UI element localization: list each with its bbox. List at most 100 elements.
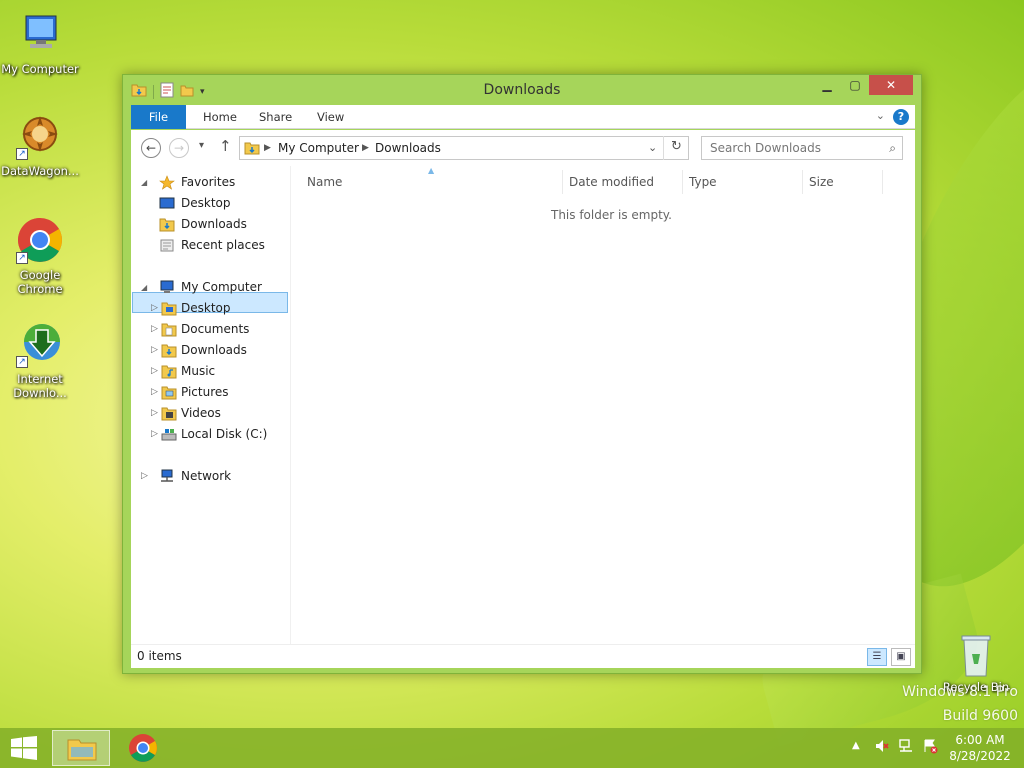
nav-label: Local Disk (C:) [181,427,268,441]
maximize-button[interactable]: ▢ [841,75,869,95]
expand-arrow-icon[interactable]: ▷ [151,382,161,403]
shortcut-arrow-icon: ↗ [16,148,28,160]
search-box[interactable]: Search Downloads ⌕ [701,136,903,160]
nav-label: Desktop [181,196,231,210]
computer-icon [16,10,64,58]
explorer-window: ▾ Downloads ▁ ▢ ✕ File Home Share View ⌄… [122,74,922,674]
breadcrumb-separator-icon[interactable]: ▶ [264,137,271,159]
nav-favorites[interactable]: ◢ Favorites [141,172,281,193]
nav-favorites-downloads[interactable]: Downloads [153,214,283,235]
help-icon[interactable]: ? [893,109,909,125]
minimize-button[interactable]: ▁ [813,75,841,95]
taskbar-google-chrome[interactable] [114,730,172,766]
sort-indicator-icon: ▲ [428,166,435,175]
recycle-bin-icon [956,632,996,678]
desktop-icon-label: Internet Downlo... [13,372,67,400]
desktop-icon-google-chrome[interactable]: ↗ Google Chrome [0,216,80,296]
breadcrumb-downloads[interactable]: Downloads [375,137,441,159]
os-edition-watermark: Windows 8.1 Pro [902,684,1018,700]
nav-label: Pictures [181,385,229,399]
content-area: ◢ Favorites Desktop Downloads Recent pla… [131,166,915,644]
large-icons-view-button[interactable]: ▣ [891,648,911,666]
expand-arrow-icon[interactable]: ▷ [151,298,161,319]
downloads-folder-icon [161,343,177,358]
nav-computer-documents[interactable]: ▷ Documents [151,319,283,340]
address-row: ← → ▾ ↑ ▶ My Computer ▶ Downloads ⌄ ↻ Se… [131,130,915,166]
nav-favorites-desktop[interactable]: Desktop [153,193,283,214]
recent-locations-dropdown-icon[interactable]: ▾ [199,140,204,151]
collapse-arrow-icon[interactable]: ◢ [141,172,151,193]
system-clock[interactable]: 6:00 AM 8/28/2022 [944,732,1016,764]
nav-label: Downloads [181,343,247,357]
breadcrumb-separator-icon[interactable]: ▶ [362,137,369,159]
nav-computer-videos[interactable]: ▷ Videos [151,403,283,424]
back-button[interactable]: ← [141,138,161,158]
network-tray-icon[interactable] [898,738,914,757]
computer-icon [159,280,175,295]
windows-logo-icon [11,736,37,760]
expand-arrow-icon[interactable]: ▷ [151,319,161,340]
up-button[interactable]: ↑ [219,137,232,155]
pictures-folder-icon [161,385,177,400]
videos-folder-icon [161,406,177,421]
tab-home[interactable]: Home [191,105,249,129]
file-explorer-icon [67,739,97,761]
collapse-arrow-icon[interactable]: ◢ [141,277,151,298]
action-center-alert-icon[interactable] [922,738,938,757]
refresh-button[interactable]: ↻ [663,136,689,160]
nav-computer-local-disk[interactable]: ▷ Local Disk (C:) [151,424,283,445]
search-input[interactable]: Search Downloads [710,141,821,155]
details-view-button[interactable]: ☰ [867,648,887,666]
address-history-dropdown-icon[interactable]: ⌄ [648,137,657,159]
expand-arrow-icon[interactable]: ▷ [141,466,151,487]
downloads-folder-icon [159,217,175,232]
star-icon [159,175,175,190]
nav-label: Network [181,469,232,483]
tab-view[interactable]: View [305,105,356,129]
nav-my-computer[interactable]: ◢ My Computer [141,277,281,298]
desktop-icon-label: DataWagon... [1,164,79,178]
desktop-icon-internet-download-manager[interactable]: ↗ Internet Downlo... [0,320,80,400]
close-button[interactable]: ✕ [869,75,913,95]
address-bar[interactable]: ▶ My Computer ▶ Downloads ⌄ [239,136,689,160]
expand-ribbon-icon[interactable]: ⌄ [876,109,885,122]
expand-arrow-icon[interactable]: ▷ [151,361,161,382]
clock-date: 8/28/2022 [949,749,1011,763]
shortcut-arrow-icon: ↗ [16,356,28,368]
breadcrumb-my-computer[interactable]: My Computer [278,137,359,159]
nav-computer-desktop[interactable]: ▷ Desktop [151,298,283,319]
nav-network[interactable]: ▷ Network [141,466,281,487]
expand-arrow-icon[interactable]: ▷ [151,340,161,361]
nav-favorites-recent-places[interactable]: Recent places [153,235,283,256]
taskbar: ▲ 6:00 AM 8/28/2022 [0,728,1024,768]
datawagon-icon: ↗ [16,112,64,160]
search-icon[interactable]: ⌕ [889,137,896,159]
column-header-date-modified[interactable]: Date modified [563,170,683,194]
nav-computer-music[interactable]: ▷ Music [151,361,283,382]
column-header-type[interactable]: Type [683,170,803,194]
shortcut-arrow-icon: ↗ [16,252,28,264]
forward-button[interactable]: → [169,138,189,158]
status-bar: 0 items ☰ ▣ [131,644,915,668]
empty-folder-message: This folder is empty. [551,208,672,222]
column-header-size[interactable]: Size [803,170,883,194]
desktop-icon-my-computer[interactable]: My Computer [0,10,80,76]
nav-computer-downloads[interactable]: ▷ Downloads [151,340,283,361]
expand-arrow-icon[interactable]: ▷ [151,424,161,445]
os-build-watermark: Build 9600 [942,708,1018,724]
volume-muted-icon[interactable] [874,738,890,757]
title-bar[interactable]: ▾ Downloads ▁ ▢ ✕ [123,75,921,105]
ribbon: File Home Share View ⌄ ? [131,105,915,129]
taskbar-file-explorer[interactable] [52,730,110,766]
tab-file[interactable]: File [131,105,186,129]
expand-arrow-icon[interactable]: ▷ [151,403,161,424]
desktop-icon-label: My Computer [1,62,79,76]
nav-label: Favorites [181,175,236,189]
nav-label: My Computer [181,280,262,294]
tab-share[interactable]: Share [247,105,304,129]
show-hidden-icons-button[interactable]: ▲ [852,740,860,751]
nav-computer-pictures[interactable]: ▷ Pictures [151,382,283,403]
desktop-icon-datawagon[interactable]: ↗ DataWagon... [0,112,80,178]
start-button[interactable] [10,736,38,760]
nav-label: Documents [181,322,250,336]
